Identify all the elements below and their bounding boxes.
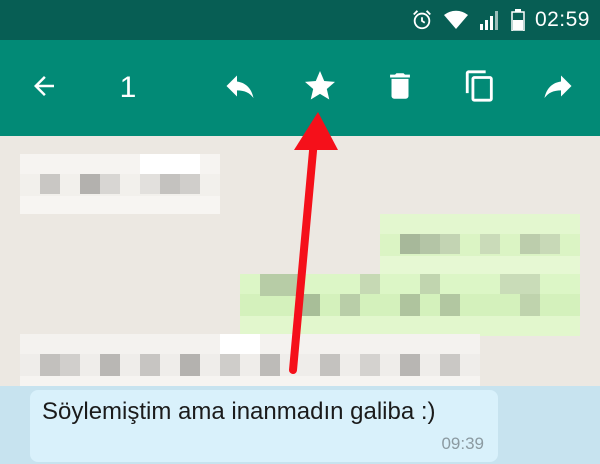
reply-button[interactable] bbox=[216, 40, 264, 136]
message-time: 09:39 bbox=[441, 434, 484, 453]
status-time: 02:59 bbox=[534, 8, 590, 31]
reply-icon bbox=[222, 68, 258, 109]
chat-area: Söylemiştim ama inanmadın galiba :) 09:3… bbox=[0, 136, 600, 464]
message-bubble[interactable]: Söylemiştim ama inanmadın galiba :) 09:3… bbox=[30, 390, 498, 462]
selected-count-label: 1 bbox=[119, 71, 137, 104]
forward-button[interactable] bbox=[534, 40, 582, 136]
back-button[interactable] bbox=[20, 40, 68, 136]
status-icons: 02:59 bbox=[411, 7, 590, 33]
delete-icon bbox=[383, 68, 417, 109]
wifi-icon bbox=[443, 10, 469, 30]
message-text: Söylemiştim ama inanmadın galiba :) bbox=[42, 398, 436, 425]
star-button[interactable] bbox=[296, 40, 344, 136]
status-bar: 02:59 bbox=[0, 0, 600, 40]
signal-icon bbox=[479, 10, 501, 30]
back-arrow-icon bbox=[29, 71, 59, 106]
forward-icon bbox=[540, 68, 576, 109]
copy-button[interactable] bbox=[456, 40, 504, 136]
star-icon bbox=[302, 68, 338, 109]
copy-icon bbox=[463, 68, 497, 109]
selected-count: 1 bbox=[108, 40, 148, 136]
battery-icon bbox=[511, 9, 525, 31]
selection-action-bar: 1 bbox=[0, 40, 600, 136]
alarm-icon bbox=[411, 9, 433, 31]
delete-button[interactable] bbox=[376, 40, 424, 136]
selected-message-row[interactable]: Söylemiştim ama inanmadın galiba :) 09:3… bbox=[0, 386, 600, 464]
